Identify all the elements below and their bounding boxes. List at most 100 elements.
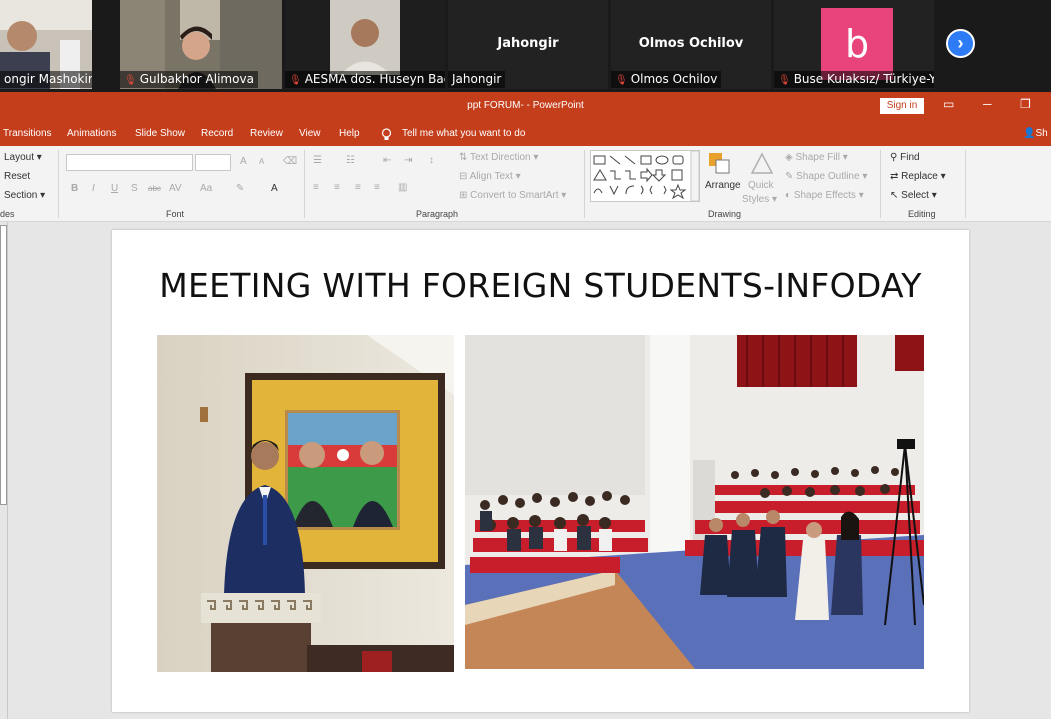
search-icon: ⚲ xyxy=(890,152,898,163)
tell-me-search[interactable]: Tell me what you want to do xyxy=(402,128,525,139)
line-spacing-icon[interactable]: ↕ xyxy=(429,155,434,166)
tab-slide-show[interactable]: Slide Show xyxy=(135,128,185,139)
slide-thumbnail[interactable] xyxy=(0,225,7,505)
highlight-icon[interactable]: ✎ xyxy=(236,183,244,194)
shadow-button[interactable]: S xyxy=(131,183,138,194)
section-button[interactable]: Section ▾ xyxy=(4,190,45,201)
lightbulb-icon xyxy=(381,128,392,144)
character-spacing-button[interactable]: AV xyxy=(169,183,182,194)
tab-view[interactable]: View xyxy=(299,128,321,139)
participant-name: 🎙AESMA dos. Huseyn Bag... xyxy=(285,71,445,88)
slide-editor: MEETING WITH FOREIGN STUDENTS-INFODAY xyxy=(0,222,1051,719)
quick-styles-button[interactable]: Quick xyxy=(748,180,774,191)
reset-button[interactable]: Reset xyxy=(4,171,30,182)
underline-button[interactable]: U xyxy=(111,183,118,194)
muted-mic-icon: 🎙 xyxy=(124,75,137,86)
tab-transitions[interactable]: Transitions xyxy=(3,128,52,139)
bullets-icon[interactable]: ☰ xyxy=(313,155,322,166)
group-label-editing: Editing xyxy=(908,209,936,219)
slide-title[interactable]: MEETING WITH FOREIGN STUDENTS-INFODAY xyxy=(112,266,969,305)
person-icon: 👤 xyxy=(1023,128,1036,139)
participant-tile[interactable]: 🎙AESMA dos. Huseyn Bag... xyxy=(285,0,445,89)
slide-canvas[interactable]: MEETING WITH FOREIGN STUDENTS-INFODAY xyxy=(112,230,969,712)
group-label-font: Font xyxy=(166,209,185,219)
group-divider xyxy=(584,150,585,218)
shape-fill-button[interactable]: ◈ Shape Fill ▾ xyxy=(785,152,848,163)
change-case-button[interactable]: Aa xyxy=(200,183,212,194)
font-size-field[interactable] xyxy=(195,154,231,171)
find-button[interactable]: ⚲ Find xyxy=(890,152,920,163)
participant-name: 🎙 Buse Kulaksız/ Türkiye-Y... xyxy=(774,71,934,88)
muted-mic-icon: 🎙 xyxy=(778,75,791,86)
italic-button[interactable]: I xyxy=(92,183,95,194)
effects-icon: ◐ xyxy=(785,190,792,201)
tab-record[interactable]: Record xyxy=(201,128,233,139)
chevron-right-icon: › xyxy=(957,33,964,53)
tab-review[interactable]: Review xyxy=(250,128,283,139)
columns-icon[interactable]: ▥ xyxy=(398,182,407,193)
decrease-font-size-button[interactable]: A xyxy=(259,157,264,166)
replace-button[interactable]: ⇄ Replace ▾ xyxy=(890,171,946,182)
maximize-button[interactable]: ❐ xyxy=(1020,97,1031,111)
pencil-icon: ✎ xyxy=(785,171,794,182)
ribbon-tabs: Transitions Animations Slide Show Record… xyxy=(0,120,1051,146)
participant-name: ongir Mashokirov xyxy=(0,71,92,88)
layout-button[interactable]: Layout ▾ xyxy=(4,152,42,163)
tab-help[interactable]: Help xyxy=(339,128,360,139)
paint-bucket-icon: ◈ xyxy=(785,152,793,163)
participant-tile[interactable]: ongir Mashokirov xyxy=(0,0,92,89)
text-direction-icon: ⇅ xyxy=(459,152,468,163)
shape-outline-button[interactable]: ✎ Shape Outline ▾ xyxy=(785,171,867,182)
increase-indent-icon[interactable]: ⇥ xyxy=(404,155,412,166)
select-button[interactable]: ↖ Select ▾ xyxy=(890,190,937,201)
justify-icon[interactable]: ≡ xyxy=(374,182,380,193)
participant-tile[interactable]: 🎙 Gulbakhor Alimova xyxy=(120,0,282,89)
ribbon-display-options-icon[interactable]: ▭ xyxy=(943,97,954,111)
shapes-gallery[interactable] xyxy=(590,150,700,202)
font-color-button[interactable]: A xyxy=(271,183,278,194)
participant-name: 🎙 Gulbakhor Alimova xyxy=(120,71,258,88)
next-page-button[interactable]: › xyxy=(946,29,975,58)
align-text-button[interactable]: ⊟ Align Text ▾ xyxy=(459,171,521,182)
minimize-button[interactable]: ─ xyxy=(983,97,992,111)
align-left-icon[interactable]: ≡ xyxy=(313,182,319,193)
quick-styles-icon[interactable] xyxy=(749,151,775,180)
speaker-photo[interactable] xyxy=(157,335,454,672)
shape-effects-button[interactable]: ◐ Shape Effects ▾ xyxy=(785,190,864,201)
slide-thumbnail-pane[interactable] xyxy=(0,222,8,719)
text-direction-button[interactable]: ⇅ Text Direction ▾ xyxy=(459,152,538,163)
participant-tile[interactable]: b 🎙 Buse Kulaksız/ Türkiye-Y... xyxy=(774,0,934,89)
replace-icon: ⇄ xyxy=(890,171,899,182)
sign-in-button[interactable]: Sign in xyxy=(880,98,924,114)
font-name-field[interactable] xyxy=(66,154,193,171)
align-right-icon[interactable]: ≡ xyxy=(355,182,361,193)
avatar: b xyxy=(821,8,893,80)
convert-smartart-button[interactable]: ⊞ Convert to SmartArt ▾ xyxy=(459,190,566,201)
group-divider xyxy=(58,150,59,218)
participant-tile[interactable]: Olmos Ochilov 🎙 Olmos Ochilov xyxy=(611,0,771,89)
group-label-drawing: Drawing xyxy=(708,209,742,219)
strikethrough-button[interactable]: abc xyxy=(148,184,161,193)
participant-name: Jahongir xyxy=(448,71,506,88)
group-label-paragraph: Paragraph xyxy=(416,209,459,219)
title-bar: ppt FORUM- - PowerPoint Sign in ▭ ─ ❐ xyxy=(0,92,1051,120)
align-center-icon[interactable]: ≡ xyxy=(334,182,340,193)
increase-font-size-button[interactable]: A xyxy=(240,156,247,167)
arrange-icon[interactable] xyxy=(707,151,733,180)
numbering-icon[interactable]: ☷ xyxy=(346,155,355,166)
participant-tile[interactable]: Jahongir Jahongir xyxy=(448,0,608,89)
arrange-button[interactable]: Arrange xyxy=(705,180,741,191)
participant-name: 🎙 Olmos Ochilov xyxy=(611,71,722,88)
tab-animations[interactable]: Animations xyxy=(67,128,116,139)
audience-photo[interactable] xyxy=(465,335,924,669)
muted-mic-icon: 🎙 xyxy=(289,75,302,86)
clear-formatting-icon[interactable]: ⌫ xyxy=(283,156,297,167)
quick-styles-label-2: Styles ▾ xyxy=(742,194,778,205)
bold-button[interactable]: B xyxy=(71,183,78,194)
share-button[interactable]: 👤Sh xyxy=(1023,128,1048,139)
muted-mic-icon: 🎙 xyxy=(615,75,628,86)
ribbon: Layout ▾ Reset Section ▾ des A A ⌫ B I U… xyxy=(0,146,1051,222)
decrease-indent-icon[interactable]: ⇤ xyxy=(383,155,391,166)
participant-strip: ongir Mashokirov 🎙Gulbakhor Alimova 🎙AES… xyxy=(0,0,1051,92)
align-text-icon: ⊟ xyxy=(459,171,468,182)
